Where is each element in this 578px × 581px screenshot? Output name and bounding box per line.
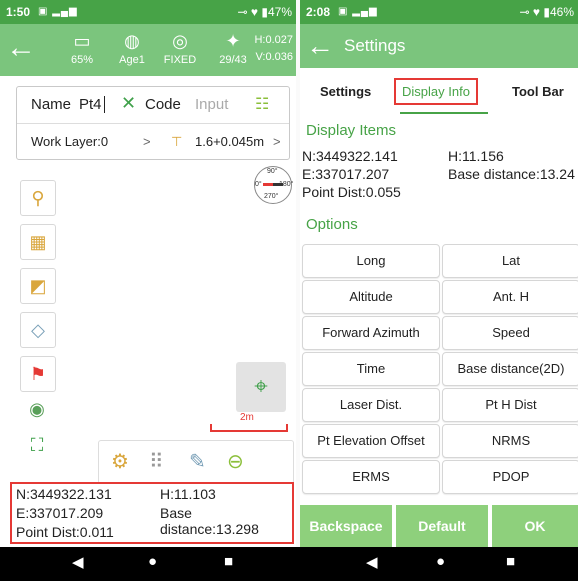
display-n: N:3449322.141 bbox=[302, 148, 398, 164]
display-point: Point Dist:0.055 bbox=[302, 184, 401, 200]
code-input[interactable]: Input bbox=[195, 96, 228, 113]
battery-status[interactable]: ▭ 65% bbox=[62, 28, 102, 66]
nav-recents-icon[interactable]: ■ bbox=[224, 553, 233, 570]
display-h: H:11.156 bbox=[448, 148, 504, 164]
nav-home-icon[interactable]: ● bbox=[436, 553, 445, 570]
polygon-icon[interactable]: ◇ bbox=[20, 312, 56, 348]
back-arrow-icon[interactable]: ← bbox=[6, 30, 36, 66]
chevron-right-icon[interactable]: > bbox=[143, 134, 151, 149]
option-long[interactable]: Long bbox=[302, 244, 440, 278]
action-bar: Backspace Default OK bbox=[300, 505, 578, 547]
pin-tool-icon[interactable]: ⚑ bbox=[20, 356, 56, 392]
option-lat[interactable]: Lat bbox=[442, 244, 578, 278]
option-laser-dist[interactable]: Laser Dist. bbox=[302, 388, 440, 422]
clear-icon[interactable]: ✕ bbox=[121, 93, 136, 114]
settings-header: ← Settings bbox=[300, 24, 578, 68]
point-view-icon[interactable]: ◉ bbox=[20, 392, 54, 426]
status-bar: 2:08 ▣ ▂▄▆ ⊸ ♥ ▮46% bbox=[300, 0, 578, 24]
status-right: ⊸ ♥ ▮47% bbox=[237, 5, 292, 19]
age-status[interactable]: ◍ Age1 bbox=[112, 28, 152, 66]
option-time[interactable]: Time bbox=[302, 352, 440, 386]
status-time: 1:50 bbox=[6, 5, 31, 19]
option-pt-h-dist[interactable]: Pt H Dist bbox=[442, 388, 578, 422]
option-nrms[interactable]: NRMS bbox=[442, 424, 578, 458]
coordinate-info-box: N:3449322.131 H:11.103 E:337017.209 Base… bbox=[10, 482, 294, 544]
signal-icon: ▣ ▂▄▆ bbox=[338, 6, 378, 17]
option-erms[interactable]: ERMS bbox=[302, 460, 440, 494]
code-list-icon[interactable]: ☷ bbox=[255, 94, 269, 114]
map-layer-icon[interactable]: ▦ bbox=[20, 224, 56, 260]
option-pdop[interactable]: PDOP bbox=[442, 460, 578, 494]
scale-label: 2m bbox=[240, 412, 254, 423]
globe-icon: ◍ bbox=[124, 31, 140, 51]
battery-icon: ▭ bbox=[73, 31, 91, 51]
bottom-toolbar: ⚙ ⠿ ✎ ⊖ bbox=[98, 440, 294, 484]
status-time: 2:08 bbox=[306, 5, 331, 19]
settings-tabs: Settings Display Info Tool Bar bbox=[300, 68, 578, 114]
tab-tool-bar[interactable]: Tool Bar bbox=[512, 84, 564, 99]
option-base-distance-2d[interactable]: Base distance(2D) bbox=[442, 352, 578, 386]
fullscreen-icon[interactable]: ⛶ bbox=[20, 428, 54, 462]
signal-icon: ▣ ▂▄▆ bbox=[38, 6, 78, 17]
target-icon: ◎ bbox=[172, 31, 188, 51]
satellite-icon: ✦ bbox=[225, 31, 241, 51]
option-pt-elevation-offset[interactable]: Pt Elevation Offset bbox=[302, 424, 440, 458]
fix-status[interactable]: ◎ FIXED bbox=[158, 28, 202, 66]
antenna-height[interactable]: 1.6+0.045m bbox=[195, 134, 264, 149]
draw-icon[interactable]: ✎ bbox=[189, 449, 206, 474]
area-icon[interactable]: ◩ bbox=[20, 268, 56, 304]
settings-gear-icon[interactable]: ⚙ bbox=[111, 449, 129, 474]
active-tab-indicator bbox=[400, 112, 488, 114]
status-bar: 1:50 ▣ ▂▄▆ ⊸ ♥ ▮47% bbox=[0, 0, 296, 24]
tab-settings[interactable]: Settings bbox=[320, 84, 371, 99]
more-options-icon[interactable]: ⊖ bbox=[227, 449, 244, 474]
display-base: Base distance:13.24 bbox=[448, 166, 575, 182]
ok-button[interactable]: OK bbox=[492, 505, 578, 547]
backspace-button[interactable]: Backspace bbox=[300, 505, 392, 547]
nav-back-icon[interactable]: ◀ bbox=[366, 553, 378, 571]
android-navbar: ◀ ● ■ ◀ ● ■ bbox=[0, 547, 578, 581]
stakeout-point-icon[interactable]: ⚲ bbox=[20, 180, 56, 216]
tab-display-info[interactable]: Display Info bbox=[394, 78, 478, 105]
page-title: Settings bbox=[344, 36, 406, 55]
display-e: E:337017.207 bbox=[302, 166, 390, 182]
survey-screen: 1:50 ▣ ▂▄▆ ⊸ ♥ ▮47% ← ▭ 65% ◍ Age1 ◎ FIX… bbox=[0, 0, 296, 547]
compass-icon[interactable]: 90° 0° 180° 270° bbox=[254, 166, 293, 204]
display-items-label: Display Items bbox=[306, 122, 397, 139]
code-label: Code bbox=[145, 96, 181, 113]
chevron-right-icon[interactable]: > bbox=[273, 134, 281, 149]
scale-bar bbox=[210, 424, 288, 432]
layer-row: Work Layer:0 > ⊤ 1.6+0.045m > bbox=[17, 124, 289, 159]
grid-search-icon[interactable]: ⠿ bbox=[149, 449, 164, 474]
settings-screen: 2:08 ▣ ▂▄▆ ⊸ ♥ ▮46% ← Settings Settings … bbox=[300, 0, 578, 547]
point-card: Name Pt4 ✕ Code Input ☷ Work Layer:0 > ⊤… bbox=[16, 86, 290, 160]
antenna-icon: ⊤ bbox=[171, 134, 183, 149]
nav-recents-icon[interactable]: ■ bbox=[506, 553, 515, 570]
precision-readout: H:0.027 V:0.036 bbox=[254, 34, 293, 63]
nav-back-icon[interactable]: ◀ bbox=[72, 553, 84, 571]
name-code-row: Name Pt4 ✕ Code Input ☷ bbox=[17, 87, 289, 124]
status-right: ⊸ ♥ ▮46% bbox=[519, 5, 574, 19]
compass-needle bbox=[263, 183, 283, 186]
back-arrow-icon[interactable]: ← bbox=[306, 26, 334, 66]
option-altitude[interactable]: Altitude bbox=[302, 280, 440, 314]
satellite-status[interactable]: ✦ 29/43 bbox=[210, 28, 256, 66]
name-input[interactable]: Pt4 bbox=[79, 96, 105, 113]
map-location-icon[interactable]: ⌖ bbox=[236, 362, 286, 412]
option-speed[interactable]: Speed bbox=[442, 316, 578, 350]
survey-topbar: ← ▭ 65% ◍ Age1 ◎ FIXED ✦ 29/43 H:0.027 V… bbox=[0, 24, 296, 76]
name-label: Name bbox=[31, 96, 72, 113]
work-layer[interactable]: Work Layer:0 bbox=[31, 134, 108, 149]
options-label: Options bbox=[306, 216, 358, 233]
option-ant-h[interactable]: Ant. H bbox=[442, 280, 578, 314]
default-button[interactable]: Default bbox=[396, 505, 488, 547]
nav-home-icon[interactable]: ● bbox=[148, 553, 157, 570]
option-forward-azimuth[interactable]: Forward Azimuth bbox=[302, 316, 440, 350]
